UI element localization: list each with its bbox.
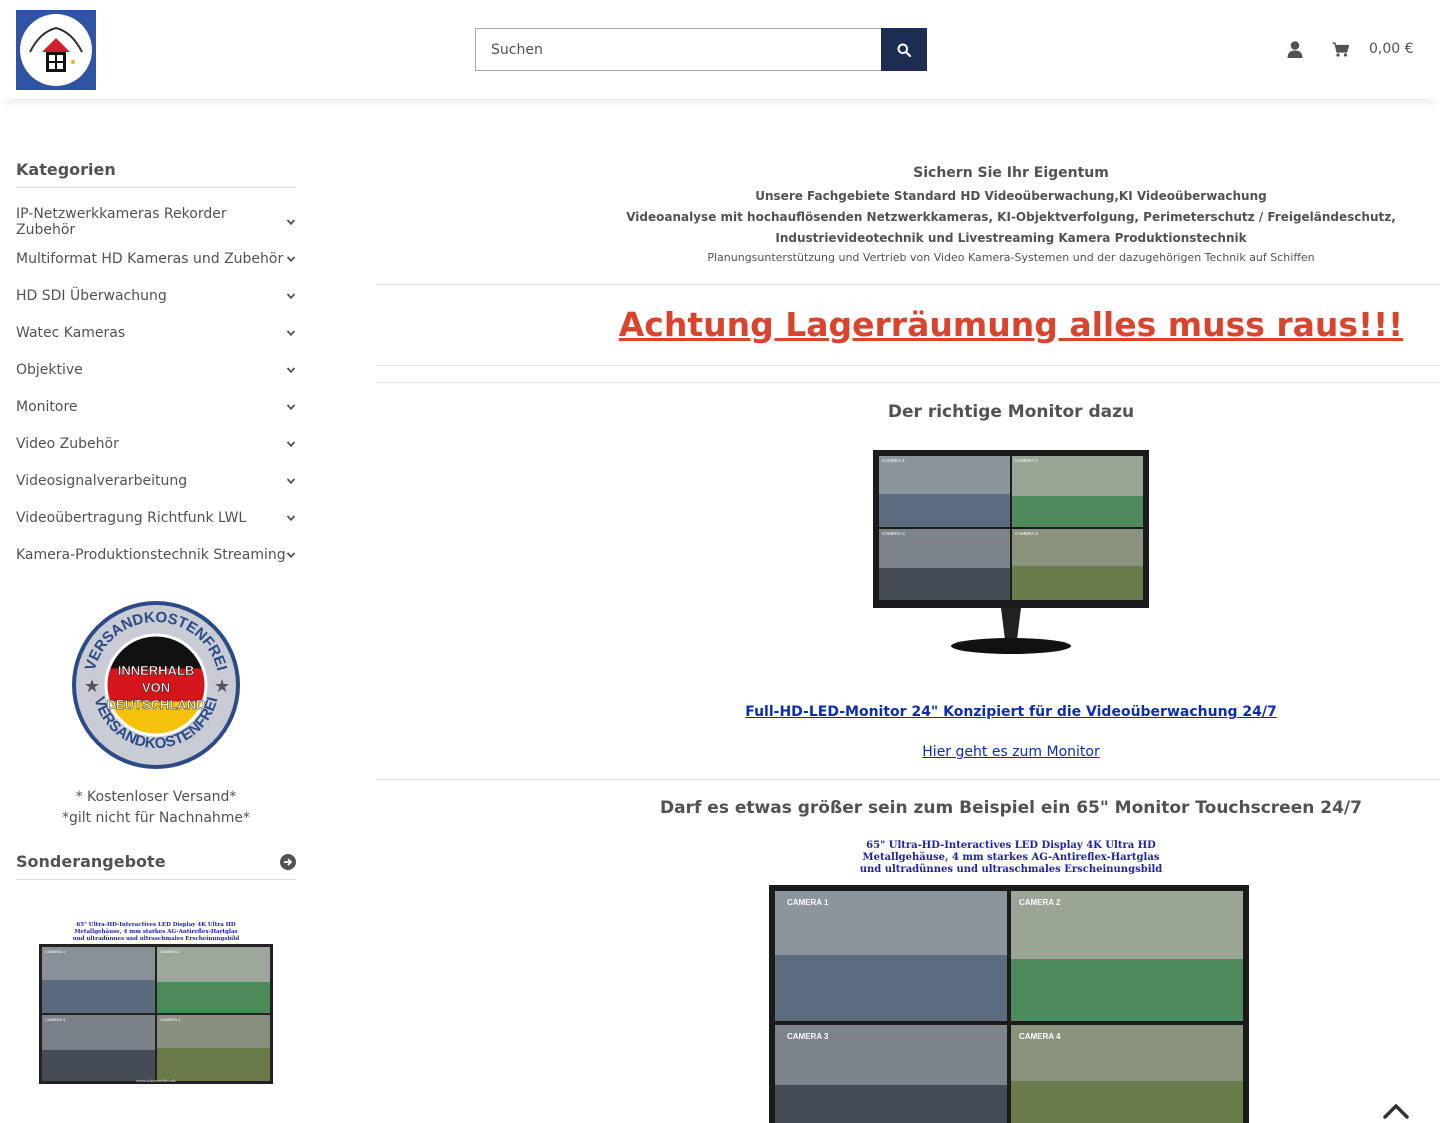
intro-title: Sichern Sie Ihr Eigentum bbox=[913, 165, 1109, 181]
divider bbox=[376, 382, 1440, 383]
svg-text:und ultradünnes und ultraschma: und ultradünnes und ultraschmales Ersche… bbox=[73, 935, 240, 942]
search-button[interactable] bbox=[881, 28, 927, 71]
category-item[interactable]: Watec Kameras bbox=[16, 314, 296, 351]
svg-text:DEUTSCHLAND: DEUTSCHLAND bbox=[107, 697, 206, 712]
special-offers-box: Sonderangebote bbox=[16, 852, 296, 880]
svg-text:CAMERA 2: CAMERA 2 bbox=[160, 949, 181, 954]
intro-line: Industrievideotechnik und Livestreaming … bbox=[775, 231, 1247, 245]
clearance-sale-link[interactable]: Achtung Lagerräumung alles muss raus!!! bbox=[376, 305, 1440, 344]
svg-text:CAMERA 2: CAMERA 2 bbox=[1015, 458, 1038, 463]
chevron-down-icon bbox=[286, 255, 296, 262]
free-shipping-badge: VERSANDKOSTENFREI VERSANDKOSTENFREI INNE… bbox=[72, 601, 240, 769]
chevron-down-icon bbox=[286, 440, 296, 447]
svg-text:www.alarmvideo.de: www.alarmvideo.de bbox=[136, 1078, 176, 1083]
cart-button[interactable]: 0,00 € bbox=[1332, 38, 1414, 60]
intro-line-small: Planungsunterstützung und Vertrieb von V… bbox=[707, 251, 1315, 264]
svg-text:★: ★ bbox=[84, 676, 100, 697]
user-icon[interactable] bbox=[1286, 40, 1304, 60]
svg-text:CAMERA 1: CAMERA 1 bbox=[45, 949, 66, 954]
svg-text:INNERHALB: INNERHALB bbox=[118, 663, 195, 678]
intro-line: Unsere Fachgebiete Standard HD Videoüber… bbox=[755, 189, 1267, 203]
categories-title: Kategorien bbox=[16, 160, 296, 188]
category-list: IP-Netzwerkkameras Rekorder Zubehör Mult… bbox=[16, 203, 296, 573]
divider bbox=[376, 365, 1440, 366]
large-monitor-product-image[interactable]: CAMERA 1 CAMERA 2 CAMERA 3 CAMERA 4 bbox=[769, 885, 1249, 1123]
shopping-cart-icon bbox=[1332, 41, 1349, 57]
category-item[interactable]: Videoübertragung Richtfunk LWL bbox=[16, 499, 296, 536]
svg-text:★: ★ bbox=[214, 676, 230, 697]
large-monitor-heading: Darf es etwas größer sein zum Beispiel e… bbox=[660, 798, 1362, 818]
category-item[interactable]: Objektive bbox=[16, 351, 296, 388]
chevron-down-icon bbox=[286, 218, 296, 225]
category-item[interactable]: Videosignalverarbeitung bbox=[16, 462, 296, 499]
arrow-right-circle-icon[interactable] bbox=[280, 853, 296, 870]
shop-logo[interactable] bbox=[16, 10, 96, 90]
svg-text:CAMERA 4: CAMERA 4 bbox=[160, 1017, 181, 1022]
svg-text:CAMERA 1: CAMERA 1 bbox=[787, 898, 829, 907]
large-monitor-caption: 65" Ultra-HD-Interactives LED Display 4K… bbox=[859, 840, 1163, 875]
divider bbox=[376, 779, 1440, 780]
chevron-down-icon bbox=[286, 329, 296, 336]
site-header: 0,00 € bbox=[0, 0, 1440, 99]
svg-text:CAMERA 3: CAMERA 3 bbox=[45, 1017, 66, 1022]
shipping-note: * Kostenloser Versand* *gilt nicht für N… bbox=[61, 789, 251, 826]
category-item[interactable]: Multiformat HD Kameras und Zubehör bbox=[16, 240, 296, 277]
svg-text:CAMERA 1: CAMERA 1 bbox=[882, 458, 905, 463]
sidebar: Kategorien IP-Netzwerkkameras Rekorder Z… bbox=[16, 160, 296, 1084]
monitor-detail-link[interactable]: Hier geht es zum Monitor bbox=[376, 744, 1440, 760]
chevron-down-icon bbox=[286, 514, 296, 521]
svg-text:VON: VON bbox=[142, 680, 170, 695]
intro-line: Videoanalyse mit hochauflösenden Netzwer… bbox=[626, 210, 1396, 224]
search-form bbox=[475, 28, 927, 71]
category-item[interactable]: Monitore bbox=[16, 388, 296, 425]
monitor-product-image[interactable]: CAMERA 1 CAMERA 2 CAMERA 3 CAMERA 4 bbox=[871, 450, 1151, 655]
svg-text:Metallgehäuse, 4 mm starkes AG: Metallgehäuse, 4 mm starkes AG-Antirefle… bbox=[74, 928, 237, 935]
svg-text:CAMERA 4: CAMERA 4 bbox=[1015, 531, 1038, 536]
search-input[interactable] bbox=[475, 28, 882, 71]
category-item[interactable]: Kamera-Produktionstechnik Streaming bbox=[16, 536, 296, 573]
svg-text:65" Ultra-HD-Interactives LED: 65" Ultra-HD-Interactives LED Display 4K… bbox=[76, 922, 236, 928]
chevron-down-icon bbox=[286, 403, 296, 410]
search-icon bbox=[897, 43, 911, 57]
special-offer-product-image[interactable]: 65" Ultra-HD-Interactives LED Display 4K… bbox=[36, 920, 276, 1090]
divider bbox=[376, 284, 1440, 285]
svg-text:CAMERA 4: CAMERA 4 bbox=[1019, 1032, 1061, 1041]
cart-total: 0,00 € bbox=[1369, 41, 1414, 57]
special-offers-title[interactable]: Sonderangebote bbox=[16, 852, 296, 880]
monitor-product-link[interactable]: Full-HD-LED-Monitor 24" Konzipiert für d… bbox=[376, 704, 1440, 720]
chevron-down-icon bbox=[286, 292, 296, 299]
main-content: Sichern Sie Ihr Eigentum Unsere Fachgebi… bbox=[376, 160, 1440, 1123]
svg-text:CAMERA 3: CAMERA 3 bbox=[787, 1032, 829, 1041]
chevron-down-icon bbox=[286, 477, 296, 484]
svg-text:CAMERA 3: CAMERA 3 bbox=[882, 531, 905, 536]
category-item[interactable]: Video Zubehör bbox=[16, 425, 296, 462]
category-item[interactable]: IP-Netzwerkkameras Rekorder Zubehör bbox=[16, 203, 296, 240]
monitor-heading: Der richtige Monitor dazu bbox=[887, 402, 1135, 422]
chevron-down-icon bbox=[286, 551, 296, 558]
category-item[interactable]: HD SDI Überwachung bbox=[16, 277, 296, 314]
chevron-down-icon bbox=[286, 366, 296, 373]
svg-text:CAMERA 2: CAMERA 2 bbox=[1019, 898, 1061, 907]
scroll-to-top-icon[interactable] bbox=[1382, 1102, 1410, 1120]
logo-house-graphic bbox=[20, 14, 92, 86]
